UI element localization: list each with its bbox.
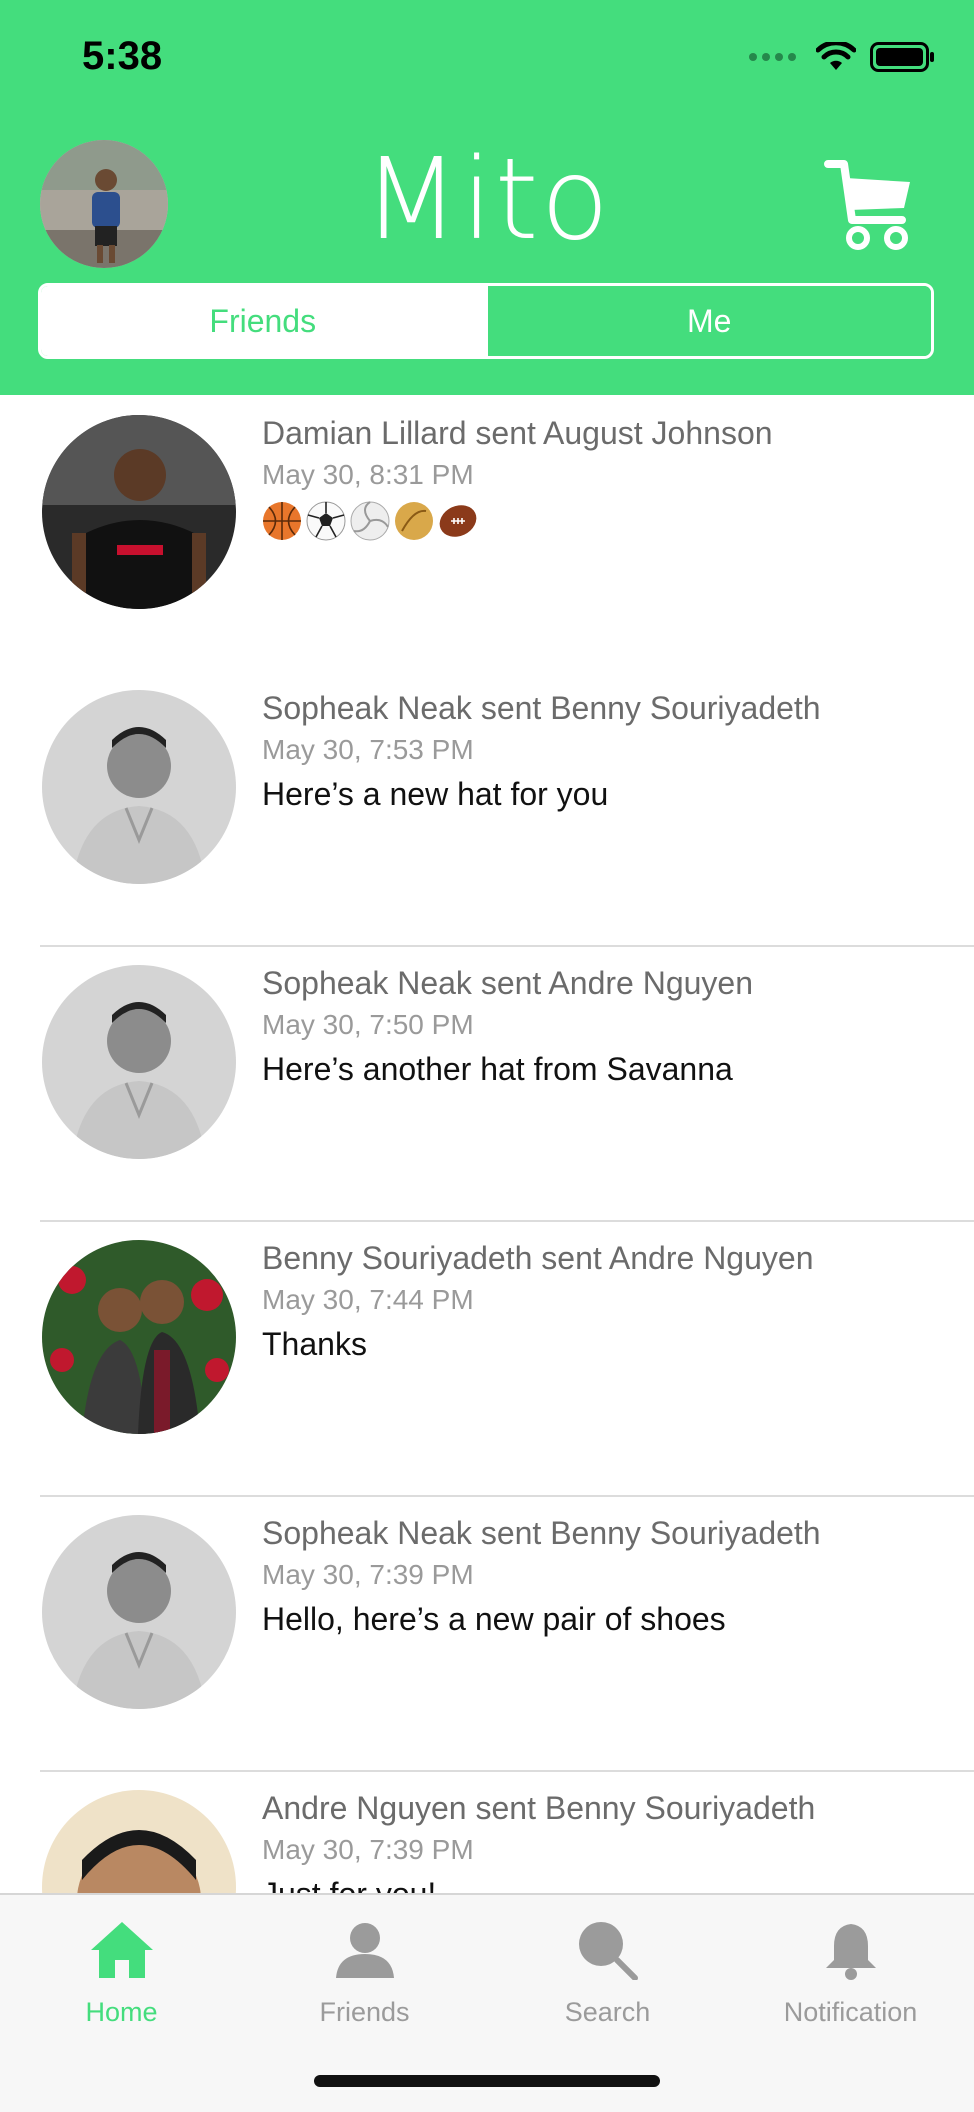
football-icon <box>395 502 433 540</box>
sender-avatar <box>42 690 236 884</box>
feed-item-message: Just for you! <box>262 1876 436 1893</box>
soccer-ball-icon <box>306 501 346 541</box>
feed-item-title: Sopheak Neak sent Benny Souriyadeth <box>262 1515 821 1551</box>
battery-icon <box>870 42 934 72</box>
tab-search[interactable]: Search <box>486 1915 729 2028</box>
search-icon <box>578 1922 638 1980</box>
tab-notification[interactable]: Notification <box>729 1915 972 2028</box>
feed-item-time: May 30, 7:53 PM <box>262 734 474 765</box>
feed-item-time: May 30, 8:31 PM <box>262 459 474 490</box>
feed-item-title: Sopheak Neak sent Andre Nguyen <box>262 965 753 1001</box>
feed-item-time: May 30, 7:39 PM <box>262 1559 474 1590</box>
feed-item[interactable]: Andre Nguyen sent Benny Souriyadeth May … <box>0 1770 974 1893</box>
feed-item-time: May 30, 7:44 PM <box>262 1284 474 1315</box>
status-icons <box>749 42 936 72</box>
feed-item-emoji-row <box>262 501 478 541</box>
bell-icon <box>825 1924 876 1980</box>
feed-item[interactable]: Sopheak Neak sent Benny Souriyadeth May … <box>0 670 974 945</box>
wifi-icon <box>816 42 856 70</box>
sender-avatar <box>42 1240 236 1434</box>
segment-friends[interactable]: Friends <box>41 286 485 356</box>
tab-friends-label: Friends <box>319 1997 410 2027</box>
home-icon <box>90 1922 153 1978</box>
segment-me[interactable]: Me <box>484 286 931 356</box>
sender-avatar <box>42 415 236 609</box>
status-time: 5:38 <box>82 34 163 78</box>
friends-me-segmented-control: Friends Me <box>38 283 934 359</box>
feed-item-message: Here’s a new hat for you <box>262 776 609 812</box>
volleyball-icon <box>350 501 390 541</box>
feed-item-message: Thanks <box>262 1326 367 1362</box>
person-icon <box>335 1923 394 1978</box>
feed-item-title: Benny Souriyadeth sent Andre Nguyen <box>262 1240 814 1276</box>
tab-friends[interactable]: Friends <box>243 1915 486 2028</box>
tab-home-label: Home <box>85 1997 158 2027</box>
feed-item-time: May 30, 7:39 PM <box>262 1834 474 1865</box>
sender-avatar <box>42 965 236 1159</box>
signal-dots-icon <box>749 53 796 61</box>
feed-item-title: Sopheak Neak sent Benny Souriyadeth <box>262 690 821 726</box>
feed-item-title: Damian Lillard sent August Johnson <box>262 415 773 451</box>
row-divider <box>40 1220 974 1222</box>
basketball-icon <box>263 502 301 540</box>
feed-item[interactable]: Sopheak Neak sent Andre Nguyen May 30, 7… <box>0 945 974 1220</box>
american-football-icon <box>439 505 477 537</box>
row-divider <box>40 1495 974 1497</box>
app-header: 5:38 Mito Friends Me <box>0 0 974 395</box>
feed-item[interactable]: Damian Lillard sent August Johnson May 3… <box>0 395 974 670</box>
feed-item[interactable]: Sopheak Neak sent Benny Souriyadeth May … <box>0 1495 974 1770</box>
tab-home[interactable]: Home <box>0 1915 243 2028</box>
feed-item-message: Hello, here’s a new pair of shoes <box>262 1601 726 1637</box>
sender-avatar <box>42 1790 236 1893</box>
feed-item-time: May 30, 7:50 PM <box>262 1009 474 1040</box>
sender-avatar <box>42 1515 236 1709</box>
activity-feed[interactable]: Damian Lillard sent August Johnson May 3… <box>0 395 974 1893</box>
feed-item[interactable]: Benny Souriyadeth sent Andre Nguyen May … <box>0 1220 974 1495</box>
row-divider <box>40 945 974 947</box>
row-divider <box>40 1770 974 1772</box>
cart-icon[interactable] <box>824 158 914 252</box>
tab-notification-label: Notification <box>783 1997 918 2027</box>
tab-search-label: Search <box>564 1997 651 2027</box>
feed-item-message: Here’s another hat from Savanna <box>262 1051 733 1087</box>
feed-item-title: Andre Nguyen sent Benny Souriyadeth <box>262 1790 816 1826</box>
home-indicator[interactable] <box>314 2075 660 2087</box>
